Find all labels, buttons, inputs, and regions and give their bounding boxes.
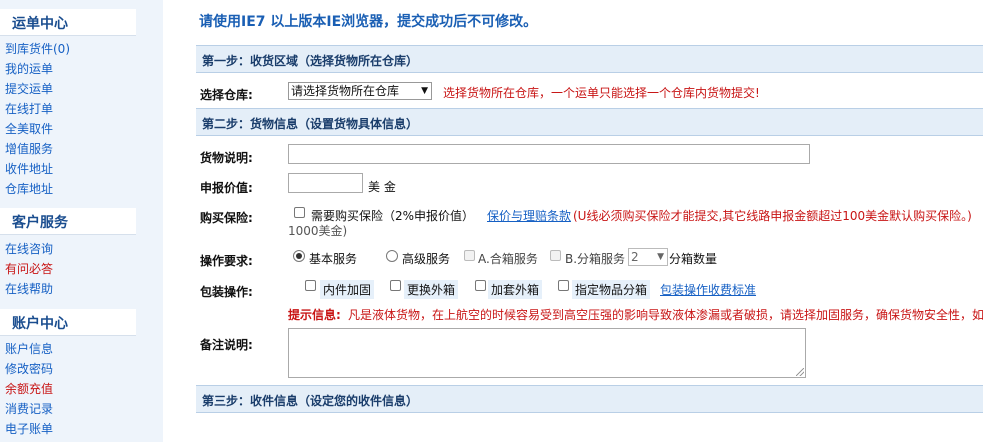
- sidebar-header-label: 运单中心: [12, 16, 68, 32]
- sidebar-item-online-consult[interactable]: 在线咨询: [5, 240, 53, 257]
- sidebar-item-account-info[interactable]: 账户信息: [5, 340, 53, 357]
- warehouse-hint: 选择货物所在仓库，一个运单只能选择一个仓库内货物提交!: [443, 86, 760, 100]
- goods-desc-label: 货物说明:: [200, 151, 253, 165]
- step3-title: 第三步：收件信息（设定您的收件信息）: [202, 394, 419, 408]
- sidebar-item-online-help[interactable]: 在线帮助: [5, 280, 53, 297]
- operation-basic-label: 基本服务: [309, 252, 358, 266]
- operation-label: 操作要求:: [200, 254, 253, 268]
- packing-label: 包装操作:: [200, 285, 253, 299]
- step2-title: 第二步：货物信息（设置货物具体信息）: [202, 117, 419, 131]
- sidebar-header-service: 客户服务: [0, 208, 136, 235]
- remark-textarea[interactable]: [288, 328, 806, 378]
- packing-outer-box-checkbox[interactable]: [475, 280, 486, 291]
- chevron-down-icon: ▼: [421, 86, 428, 96]
- split-count-select[interactable]: 2 ▼: [628, 248, 668, 266]
- sidebar-item-receiver-address[interactable]: 收件地址: [5, 160, 53, 177]
- operation-basic-radio[interactable]: [293, 250, 305, 262]
- step1-title: 第一步：收货区域（选择货物所在仓库）: [202, 54, 419, 68]
- packing-reinforce-checkbox[interactable]: [305, 280, 316, 291]
- sidebar-item-arrived-goods[interactable]: 到库货件(0): [5, 40, 70, 57]
- operation-advanced-radio[interactable]: [386, 250, 398, 262]
- insurance-checkbox[interactable]: [294, 207, 305, 218]
- page-notice: 请使用IE7 以上版本IE浏览器，提交成功后不可修改。: [199, 14, 538, 30]
- warehouse-select[interactable]: 请选择货物所在仓库 ▼: [288, 82, 432, 100]
- warehouse-label: 选择仓库:: [200, 88, 253, 102]
- merge-box-checkbox[interactable]: [464, 250, 475, 261]
- merge-box-label: A.合箱服务: [478, 252, 538, 266]
- sidebar-item-consumption[interactable]: 消费记录: [5, 400, 53, 417]
- remark-label: 备注说明:: [200, 338, 253, 352]
- step3-header: 第三步：收件信息（设定您的收件信息）: [196, 385, 983, 413]
- split-box-checkbox[interactable]: [550, 250, 561, 261]
- packing-split-checkbox[interactable]: [558, 280, 569, 291]
- sidebar-item-change-password[interactable]: 修改密码: [5, 360, 53, 377]
- insurance-note: (U线必须购买保险才能提交,其它线路申报金额超过100美金默认购买保险。): [573, 209, 972, 223]
- sidebar-item-warehouse-address[interactable]: 仓库地址: [5, 180, 53, 197]
- packing-replace-box-checkbox[interactable]: [390, 280, 401, 291]
- warehouse-select-value: 请选择货物所在仓库: [291, 84, 400, 98]
- sidebar-header-account: 账户中心: [0, 309, 136, 336]
- sidebar: 运单中心 到库货件(0) 我的运单 提交运单 在线打单 全美取件 增值服务 收件…: [0, 0, 163, 442]
- step2-header: 第二步：货物信息（设置货物具体信息）: [196, 108, 983, 136]
- sidebar-item-pickup[interactable]: 全美取件: [5, 120, 53, 137]
- sidebar-item-submit-waybill[interactable]: 提交运单: [5, 80, 53, 97]
- resize-grip-icon[interactable]: [796, 368, 804, 376]
- packing-fee-link[interactable]: 包装操作收费标准: [660, 281, 756, 298]
- sidebar-item-my-waybills[interactable]: 我的运单: [5, 60, 53, 77]
- insurance-label: 购买保险:: [200, 211, 253, 225]
- packing-outer-box-label: 加套外箱: [488, 280, 543, 299]
- packing-split-label: 指定物品分箱: [572, 280, 651, 299]
- step1-header: 第一步：收货区域（选择货物所在仓库）: [196, 45, 983, 73]
- packing-replace-box-label: 更换外箱: [404, 280, 459, 299]
- operation-advanced-label: 高级服务: [402, 252, 451, 266]
- insurance-note-continued: 1000美金): [288, 224, 348, 238]
- tip-text: 凡是液体货物，在上航空的时候容易受到高空压强的影响导致液体渗漏或者破损，请选择加…: [348, 308, 983, 322]
- insurance-terms-link[interactable]: 保价与理赔条款: [487, 207, 571, 224]
- sidebar-item-recharge[interactable]: 余额充值: [5, 380, 53, 397]
- split-count-unit: 分箱数量: [669, 252, 718, 266]
- sidebar-item-qa[interactable]: 有问必答: [5, 260, 53, 277]
- sidebar-item-online-print[interactable]: 在线打单: [5, 100, 53, 117]
- goods-desc-input[interactable]: [288, 144, 810, 164]
- declared-value-unit: 美 金: [368, 180, 396, 194]
- sidebar-header-waybill: 运单中心: [0, 9, 136, 36]
- sidebar-item-bill[interactable]: 电子账单: [5, 420, 53, 437]
- packing-reinforce-label: 内件加固: [320, 280, 375, 299]
- sidebar-header-label: 账户中心: [12, 316, 68, 332]
- declared-value-input[interactable]: [288, 173, 363, 193]
- split-box-label: B.分箱服务: [565, 252, 626, 266]
- chevron-down-icon: ▼: [657, 252, 664, 262]
- tip-label: 提示信息:: [288, 308, 341, 322]
- declared-value-label: 申报价值:: [200, 181, 253, 195]
- sidebar-item-value-added[interactable]: 增值服务: [5, 140, 53, 157]
- split-count-value: 2: [631, 250, 639, 264]
- sidebar-header-label: 客户服务: [12, 215, 68, 231]
